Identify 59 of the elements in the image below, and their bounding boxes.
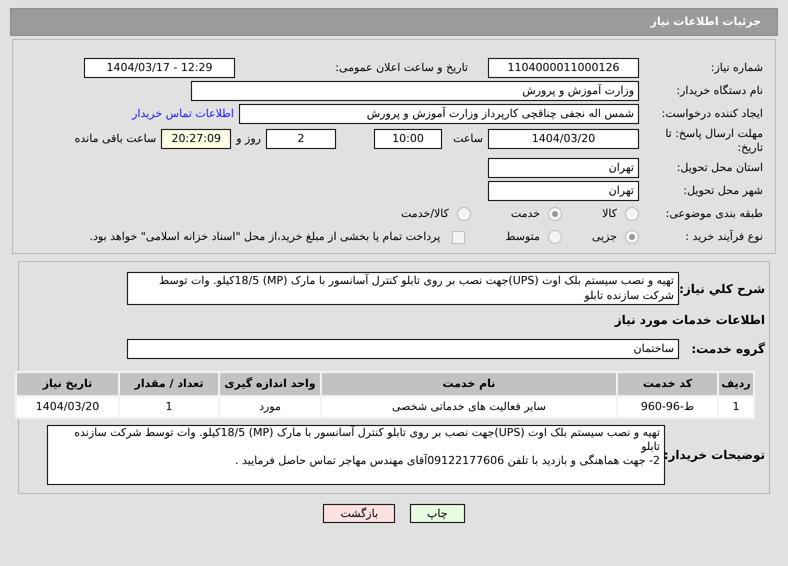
- field-label: مهلت ارسال پاسخ: تا تاریخ:: [664, 127, 764, 155]
- checkbox-label: پرداخت تمام یا بخشی از مبلغ خرید،از محل "اسناد خزانه اسلامی" خواهد بود.: [90, 228, 440, 245]
- column-header: نام خدمت: [321, 372, 617, 396]
- print-button[interactable]: چاپ: [410, 504, 465, 523]
- contact-link[interactable]: اطلاعات تماس خریدار: [132, 106, 234, 122]
- text-field[interactable]: 1104000011000126: [488, 58, 639, 78]
- field-label: شماره نیاز:: [710, 61, 764, 75]
- radio-label: خدمت: [510, 206, 540, 222]
- radio-button[interactable]: [548, 207, 562, 221]
- field-label: طبقه بندی موضوعی:: [664, 207, 764, 221]
- field-label: استان محل تحویل:: [676, 161, 764, 175]
- column-header: ردیف: [718, 372, 754, 396]
- countdown-field[interactable]: 20:27:09: [161, 129, 232, 149]
- text-field[interactable]: ساختمان: [127, 339, 679, 359]
- text-field[interactable]: تهران: [488, 158, 639, 178]
- field-label: ساعت: [452, 130, 483, 147]
- field-label: روز و: [236, 130, 261, 147]
- radio-label: متوسط: [505, 228, 540, 245]
- text-field[interactable]: 10:00: [374, 129, 442, 149]
- notes-line: تهیه و نصب سیستم بلک اوت (UPS)جهت نصب بر روی تابلو کنترل آسانسور با مارک (MP) 18/5کیلو. وات توسط شرکت سازنده تابلو: [73, 426, 660, 454]
- back-button[interactable]: بازگشت: [323, 504, 396, 523]
- table-cell: مورد: [219, 396, 321, 418]
- text-field[interactable]: 1404/03/20: [488, 129, 639, 149]
- field-label: تاریخ و ساعت اعلان عمومی:: [334, 60, 469, 76]
- radio-label: جزیی: [592, 228, 617, 245]
- table-cell: ط-96-960: [617, 396, 718, 418]
- radio-button[interactable]: [456, 207, 471, 221]
- page-title: جزئیات اطلاعات نیاز: [650, 14, 761, 30]
- notes-field[interactable]: تهیه و نصب سیستم بلک اوت (UPS)جهت نصب بر روی تابلو کنترل آسانسور با مارک (MP) 18/5کیلو. وات توسط شرکت سازنده تابلو 2- جهت هماهنگی و بازدید با تلفن 09122177606آقای مهندس مهاجر تماس حاصل فرمایید .: [47, 425, 665, 485]
- field-label: شرح کلي نياز:: [679, 281, 766, 298]
- column-header: کد خدمت: [617, 372, 718, 396]
- text-field[interactable]: 2: [266, 129, 336, 149]
- radio-label: کالا/خدمت: [401, 206, 449, 222]
- column-header: تاریخ نیاز: [16, 372, 119, 396]
- radio-button[interactable]: [548, 230, 562, 244]
- table-cell: 1: [718, 396, 754, 418]
- field-label: شهر محل تحویل:: [682, 184, 764, 198]
- field-label: ایجاد کننده درخواست:: [660, 107, 764, 121]
- field-label: گروه خدمت:: [690, 341, 766, 358]
- checkbox[interactable]: [452, 230, 466, 244]
- table-cell: 1: [119, 396, 219, 418]
- text-field[interactable]: 1404/03/17 - 12:29: [84, 58, 235, 78]
- field-label: نام دستگاه خریدار:: [675, 84, 764, 98]
- text-field[interactable]: شمس اله نجفی چناقچی کارپرداز وزارت آموزش و پرورش: [239, 104, 639, 124]
- field-label: نوع فرآیند خرید :: [684, 230, 764, 244]
- column-header: واحد اندازه گیری: [219, 372, 321, 396]
- text-field[interactable]: وزارت آموزش و پرورش: [191, 81, 639, 101]
- text-field[interactable]: تهران: [488, 181, 639, 201]
- table-cell: سایر فعالیت های خدماتی شخصی: [321, 396, 617, 418]
- field-label: توضیحات خریدار:: [665, 447, 766, 464]
- section-title: اطلاعات خدمات مورد نیاز: [613, 312, 766, 329]
- table-cell: 1404/03/20: [16, 396, 119, 418]
- notes-line: 2- جهت هماهنگی و بازدید با تلفن 09122177606آقای مهندس مهاجر تماس حاصل فرمایید .: [234, 454, 660, 468]
- radio-button[interactable]: [625, 230, 639, 244]
- column-header: تعداد / مقدار: [119, 372, 219, 396]
- field-label: ساعت باقی مانده: [74, 130, 156, 147]
- radio-label: کالا: [602, 206, 617, 222]
- radio-button[interactable]: [625, 207, 639, 221]
- description-field[interactable]: تهیه و نصب سیستم بلک اوت (UPS)جهت نصب بر روی تابلو کنترل آسانسور با مارک (MP) 18/5کیلو. وات توسط شرکت سازنده تابلو: [127, 272, 679, 305]
